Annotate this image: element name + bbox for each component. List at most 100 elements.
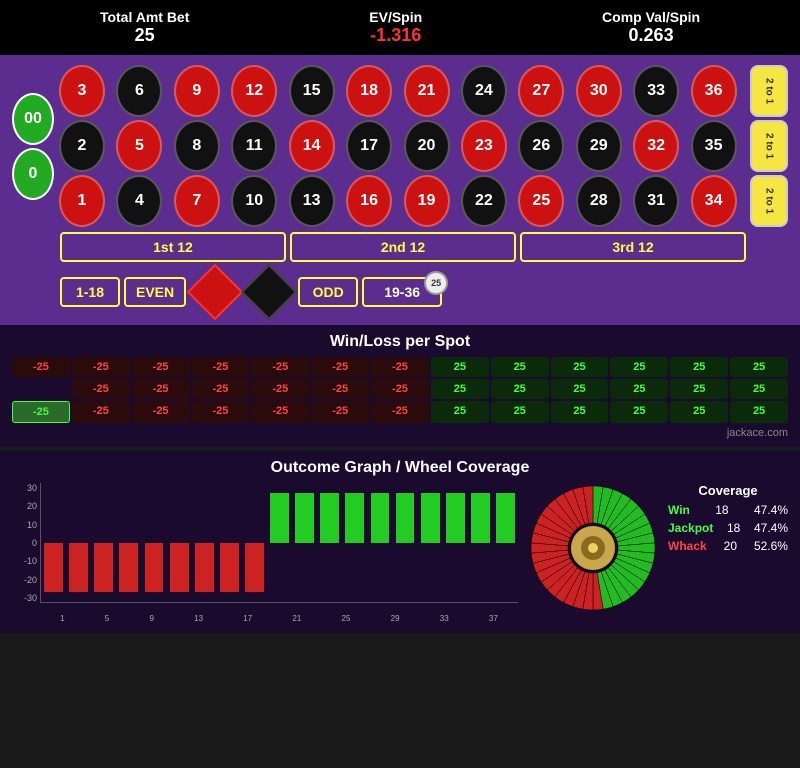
num-cell-5[interactable]: 5: [116, 120, 162, 172]
wl-cell-r0-c6: -25: [371, 357, 429, 377]
third-dozen[interactable]: 3rd 12: [520, 232, 746, 262]
num-cell-32[interactable]: 32: [633, 120, 679, 172]
y-label-30: 30: [12, 483, 37, 493]
wl-cell-r2-c4: -25: [251, 401, 309, 423]
bet-odd[interactable]: ODD: [298, 277, 358, 307]
wl-cell-r2-c2: -25: [132, 401, 190, 423]
chart-bars-wrapper: [40, 483, 518, 603]
num-cell-7[interactable]: 7: [174, 175, 220, 227]
num-cell-4[interactable]: 4: [116, 175, 162, 227]
wl-cell-r2-c11: 25: [670, 401, 728, 423]
num-cell-35[interactable]: 35: [691, 120, 737, 172]
num-cell-15[interactable]: 15: [289, 65, 335, 117]
num-cell-17[interactable]: 17: [346, 120, 392, 172]
roulette-table: 00 0 36912151821242730333625811141720232…: [0, 55, 800, 325]
first-dozen[interactable]: 1st 12: [60, 232, 286, 262]
wl-cell-r1-c0: [12, 379, 70, 399]
two-to-one-top[interactable]: 2 to 1: [750, 65, 788, 117]
num-cell-30[interactable]: 30: [576, 65, 622, 117]
wl-cell-r0-c4: -25: [251, 357, 309, 377]
bet-even[interactable]: EVEN: [124, 277, 186, 307]
num-cell-31[interactable]: 31: [633, 175, 679, 227]
num-cell-21[interactable]: 21: [404, 65, 450, 117]
bar-neg: [195, 543, 214, 593]
coverage-jackpot-count: 18: [727, 521, 740, 535]
num-cell-33[interactable]: 33: [633, 65, 679, 117]
main-grid-row: 00 0 36912151821242730333625811141720232…: [12, 65, 788, 227]
num-cell-36[interactable]: 36: [691, 65, 737, 117]
num-cell-28[interactable]: 28: [576, 175, 622, 227]
bar-neg: [170, 543, 189, 593]
bar-item-14: [393, 483, 418, 602]
wl-cell-r2-c10: 25: [610, 401, 668, 423]
diamond-black-wrapper[interactable]: [244, 267, 294, 317]
coverage-win-pct: 47.4%: [754, 503, 788, 517]
num-cell-3[interactable]: 3: [59, 65, 105, 117]
wl-cell-r0-c5: -25: [311, 357, 369, 377]
total-amt-bet-value: 25: [100, 25, 189, 46]
num-cell-34[interactable]: 34: [691, 175, 737, 227]
coverage-whack-row: Whack 20 52.6%: [668, 539, 788, 553]
num-cell-22[interactable]: 22: [461, 175, 507, 227]
bar-neg: [220, 543, 239, 593]
num-cell-27[interactable]: 27: [518, 65, 564, 117]
wl-cell-r1-c1: -25: [72, 379, 130, 399]
second-dozen[interactable]: 2nd 12: [290, 232, 516, 262]
bet-19-36[interactable]: 19-36 25: [362, 277, 442, 307]
num-cell-16[interactable]: 16: [346, 175, 392, 227]
num-cell-25[interactable]: 25: [518, 175, 564, 227]
num-cell-11[interactable]: 11: [231, 120, 277, 172]
total-amt-bet-col: Total Amt Bet 25: [100, 9, 189, 46]
wl-cell-r0-c0: -25: [12, 357, 70, 377]
y-label-n10: -10: [12, 556, 37, 566]
x-axis-labels: 1 5 9 13 17 21 25 29 33 37: [40, 614, 518, 623]
wl-cell-r1-c11: 25: [670, 379, 728, 399]
diamond-red-wrapper[interactable]: [190, 267, 240, 317]
wl-cell-r1-c8: 25: [491, 379, 549, 399]
numbers-area: 3691215182124273033362581114172023262932…: [59, 65, 788, 227]
wl-cell-r2-c7: 25: [431, 401, 489, 423]
num-cell-8[interactable]: 8: [174, 120, 220, 172]
bar-pos: [270, 493, 289, 543]
wl-cell-r0-c9: 25: [551, 357, 609, 377]
num-cell-24[interactable]: 24: [461, 65, 507, 117]
wl-cell-r2-c8: 25: [491, 401, 549, 423]
bar-item-11: [317, 483, 342, 602]
bar-chart: 30 20 10 0 -10 -20 -30 1 5 9 13 17 21 25…: [12, 483, 518, 623]
num-cell-9[interactable]: 9: [174, 65, 220, 117]
bar-neg: [245, 543, 264, 593]
num-cell-23[interactable]: 23: [461, 120, 507, 172]
num-cell-26[interactable]: 26: [518, 120, 564, 172]
num-cell-10[interactable]: 10: [231, 175, 277, 227]
wl-cell-r2-c6: -25: [371, 401, 429, 423]
wheel-area: [528, 483, 658, 613]
num-cell-19[interactable]: 19: [404, 175, 450, 227]
ev-spin-col: EV/Spin -1.316: [369, 9, 422, 46]
y-label-0: 0: [12, 538, 37, 548]
num-cell-6[interactable]: 6: [116, 65, 162, 117]
wl-cell-r0-c2: -25: [132, 357, 190, 377]
wl-cell-r2-c9: 25: [551, 401, 609, 423]
bar-pos: [320, 493, 339, 543]
two-to-one-mid[interactable]: 2 to 1: [750, 120, 788, 172]
single-zero[interactable]: 0: [12, 148, 54, 200]
total-amt-bet-label: Total Amt Bet: [100, 9, 189, 25]
bar-item-13: [367, 483, 392, 602]
num-cell-13[interactable]: 13: [289, 175, 335, 227]
num-cell-1[interactable]: 1: [59, 175, 105, 227]
num-cell-29[interactable]: 29: [576, 120, 622, 172]
two-to-one-bot[interactable]: 2 to 1: [750, 175, 788, 227]
bet-1-18[interactable]: 1-18: [60, 277, 120, 307]
double-zero[interactable]: 00: [12, 93, 54, 145]
outcome-content: 30 20 10 0 -10 -20 -30 1 5 9 13 17 21 25…: [12, 483, 788, 623]
num-cell-14[interactable]: 14: [289, 120, 335, 172]
num-cell-20[interactable]: 20: [404, 120, 450, 172]
dozens-row: 1st 12 2nd 12 3rd 12: [12, 232, 788, 262]
numbers-grid: 3691215182124273033362581114172023262932…: [59, 65, 745, 227]
bar-item-9: [267, 483, 292, 602]
num-cell-12[interactable]: 12: [231, 65, 277, 117]
num-cell-18[interactable]: 18: [346, 65, 392, 117]
coverage-jackpot-label: Jackpot: [668, 521, 713, 535]
num-cell-2[interactable]: 2: [59, 120, 105, 172]
diamond-black: [241, 264, 298, 321]
